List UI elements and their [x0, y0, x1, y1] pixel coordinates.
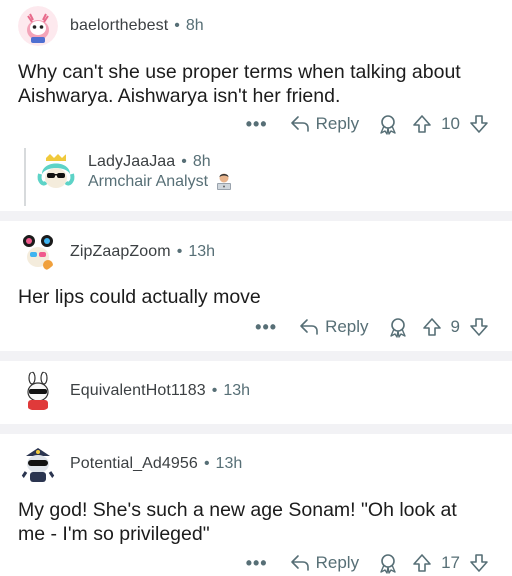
comment-actions: ••• Reply 17 — [246, 551, 490, 575]
more-options-button[interactable]: ••• — [246, 115, 268, 133]
separator-dot: • — [176, 243, 183, 260]
vote-count: 17 — [441, 553, 460, 572]
avatar-icon — [18, 6, 58, 46]
comment-baelorthebest: baelorthebest • 8h Why can't she use prope… — [0, 0, 512, 148]
award-button[interactable] — [377, 552, 399, 574]
username[interactable]: baelorthebest — [70, 17, 168, 34]
avatar[interactable] — [36, 152, 76, 192]
reply-label: Reply — [315, 114, 360, 133]
separator-dot: • — [203, 455, 210, 472]
downvote-button[interactable] — [468, 113, 490, 135]
reply-button[interactable]: Reply — [290, 114, 359, 134]
user-flair: Armchair Analyst — [88, 172, 234, 192]
award-icon — [389, 318, 406, 338]
comment-actions: ••• Reply 9 — [255, 315, 490, 339]
comment-text-line: My god! She's such a new age Sonam! "Oh … — [18, 499, 457, 521]
flair-text: Armchair Analyst — [88, 173, 209, 190]
timestamp: 13h — [215, 455, 243, 472]
avatar-icon — [18, 444, 58, 484]
comment-equivalenthot1183: EquivalentHot1183 • 13h — [0, 361, 512, 431]
avatar[interactable] — [18, 232, 58, 272]
reply-button[interactable]: Reply — [290, 553, 359, 573]
vote-count: 10 — [441, 114, 460, 133]
upvote-button[interactable] — [411, 552, 433, 574]
comment-zipzaapzoom: ZipZaapZoom • 13h Her lips could actually … — [0, 221, 512, 351]
reply-label: Reply — [315, 553, 360, 572]
comment-divider — [0, 351, 512, 361]
avatar[interactable] — [18, 371, 58, 411]
award-button[interactable] — [377, 113, 399, 135]
timestamp: 13h — [188, 243, 216, 260]
comment-ladyjaajaa: LadyJaaJaa • 8h Armchair Analyst — [0, 148, 512, 210]
upvote-icon — [422, 318, 441, 336]
avatar[interactable] — [18, 6, 58, 46]
avatar-icon — [18, 232, 58, 272]
comment-header: Potential_Ad4956 • 13h — [18, 444, 242, 484]
comment-header: LadyJaaJaa • 8h Armchair Analyst — [36, 152, 234, 192]
comment-body: My god! She's such a new age Sonam! "Oh … — [18, 498, 457, 546]
downvote-button[interactable] — [468, 552, 490, 574]
username[interactable]: ZipZaapZoom — [70, 243, 171, 260]
vote-count: 9 — [450, 317, 460, 336]
comment-body: Why can't she use proper terms when talk… — [18, 60, 461, 108]
downvote-icon — [470, 554, 488, 572]
comment-divider — [0, 424, 512, 434]
username[interactable]: LadyJaaJaa — [88, 153, 175, 170]
comment-meta: LadyJaaJaa • 8h Armchair Analyst — [88, 152, 234, 192]
award-icon — [380, 115, 396, 135]
comment-meta: Potential_Ad4956 • 13h — [70, 454, 242, 474]
timestamp: 8h — [185, 17, 204, 34]
comment-meta: EquivalentHot1183 • 13h — [70, 381, 250, 401]
upvote-icon — [413, 115, 431, 133]
avatar-icon — [36, 152, 76, 192]
avatar-icon — [18, 371, 58, 411]
reply-arrow-icon — [290, 116, 309, 132]
comment-text-line: Aishwarya. Aishwarya isn't her friend. — [18, 85, 341, 107]
comment-text-line: Why can't she use proper terms when talk… — [18, 61, 461, 83]
downvote-button[interactable] — [468, 316, 490, 338]
separator-dot: • — [174, 17, 180, 34]
separator-dot: • — [181, 153, 187, 170]
separator-dot: • — [211, 382, 218, 399]
comment-divider — [0, 211, 512, 221]
comment-header: ZipZaapZoom • 13h — [18, 232, 215, 272]
comment-body: Her lips could actually move — [18, 285, 261, 309]
technologist-emoji-icon — [217, 173, 232, 190]
comment-header: EquivalentHot1183 • 13h — [18, 371, 250, 411]
meta-line: LadyJaaJaa • 8h — [88, 152, 234, 172]
username[interactable]: Potential_Ad4956 — [70, 455, 198, 472]
more-options-button[interactable]: ••• — [246, 554, 268, 572]
reply-button[interactable]: Reply — [299, 317, 369, 337]
timestamp: 8h — [192, 153, 211, 170]
comment-actions: ••• Reply 10 — [246, 112, 490, 136]
upvote-icon — [413, 554, 431, 572]
username[interactable]: EquivalentHot1183 — [70, 382, 206, 399]
reply-label: Reply — [325, 317, 369, 336]
comment-meta: ZipZaapZoom • 13h — [70, 242, 215, 262]
timestamp: 13h — [223, 382, 251, 399]
downvote-icon — [470, 115, 488, 133]
award-icon — [380, 554, 396, 574]
comment-text-line: Her lips could actually move — [18, 286, 261, 308]
comment-meta: baelorthebest • 8h — [70, 16, 204, 36]
upvote-button[interactable] — [411, 113, 433, 135]
upvote-button[interactable] — [421, 316, 443, 338]
downvote-icon — [470, 318, 488, 336]
comment-header: baelorthebest • 8h — [18, 6, 204, 46]
more-options-button[interactable]: ••• — [255, 318, 277, 336]
comment-text-line: me - I'm so privileged" — [18, 523, 210, 545]
award-button[interactable] — [387, 316, 409, 338]
avatar[interactable] — [18, 444, 58, 484]
reply-arrow-icon — [300, 319, 318, 335]
reply-arrow-icon — [290, 555, 309, 571]
comment-potential-ad4956: Potential_Ad4956 • 13h My god! She's such … — [0, 434, 512, 576]
thread-line[interactable] — [24, 148, 26, 206]
